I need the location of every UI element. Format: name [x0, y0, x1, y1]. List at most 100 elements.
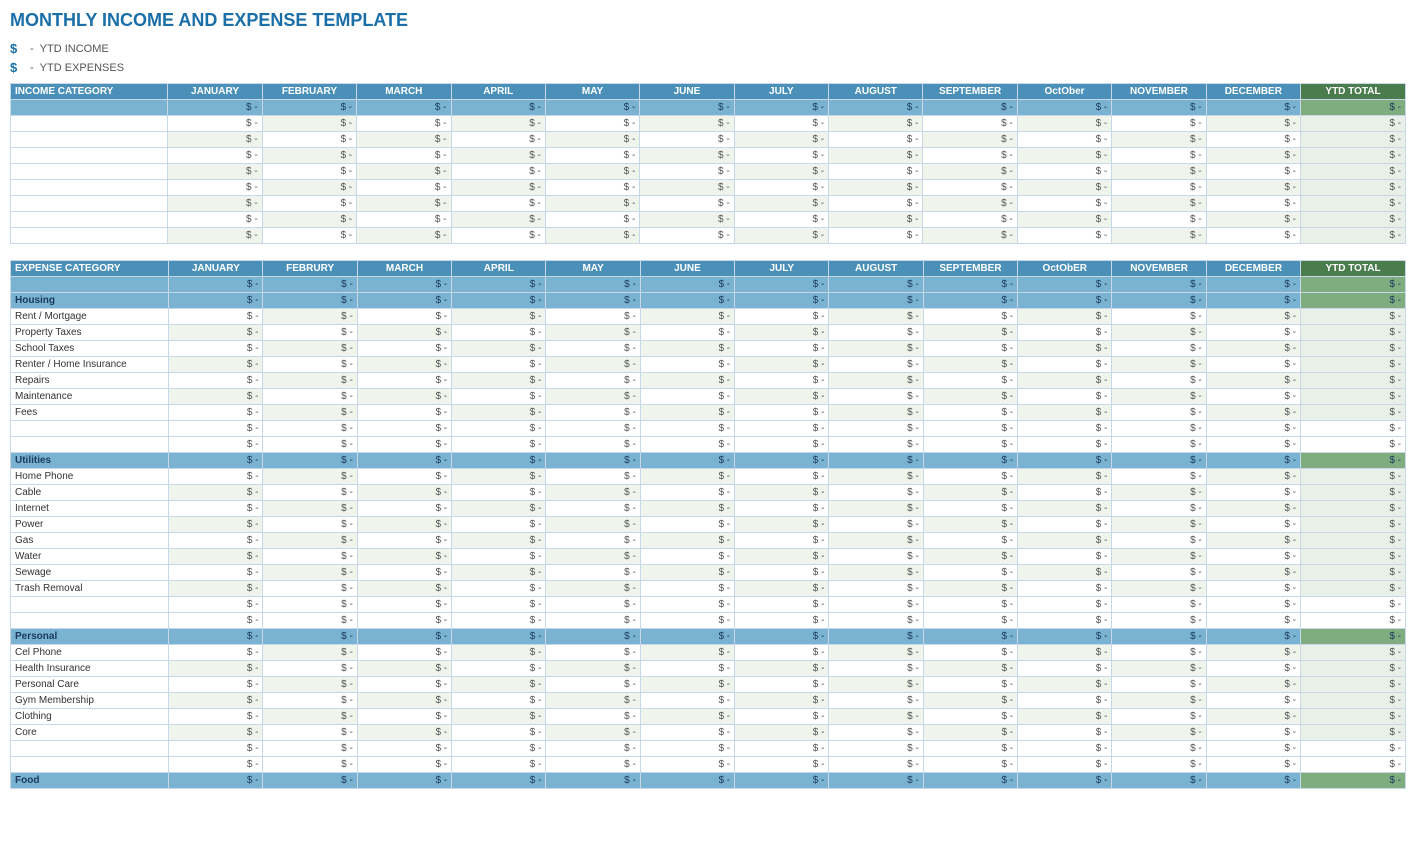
- income-dec-header: DECEMBER: [1206, 84, 1300, 100]
- utilities-empty-1: $ -$ -$ -$ -$ -$ -$ -$ -$ -$ -$ -$ - $ -: [11, 597, 1406, 613]
- exp-sep-header: SEPTEMBER: [923, 261, 1017, 277]
- cable-row: Cable $ -$ -$ -$ -$ -$ -$ -$ -$ -$ -$ -$…: [11, 485, 1406, 501]
- income-jun-header: JUNE: [640, 84, 734, 100]
- income-jul-header: JULY: [734, 84, 828, 100]
- income-ytd-header: YTD TOTAL: [1301, 84, 1406, 100]
- income-sep-header: SEPTEMBER: [923, 84, 1017, 100]
- income-jan-header: JANUARY: [168, 84, 262, 100]
- income-row-6: $ -$ -$ -$ -$ -$ -$ -$ -$ -$ -$ -$ - $ -: [11, 196, 1406, 212]
- income-category-header: INCOME CATEGORY: [11, 84, 168, 100]
- income-feb-header: FEBRUARY: [262, 84, 356, 100]
- income-header-row: INCOME CATEGORY JANUARY FEBRUARY MARCH A…: [11, 84, 1406, 100]
- income-table: INCOME CATEGORY JANUARY FEBRUARY MARCH A…: [10, 83, 1406, 244]
- ytd-summary: $ - YTD INCOME $ - YTD EXPENSES: [10, 41, 1406, 75]
- income-sub-cat: [11, 100, 168, 116]
- income-sub-jan: $ -: [168, 100, 262, 116]
- income-sub-ytd: $ -: [1301, 100, 1406, 116]
- income-sub-feb: $ -: [262, 100, 356, 116]
- rent-row: Rent / Mortgage $ -$ -$ -$ -$ -$ -$ -$ -…: [11, 309, 1406, 325]
- food-header: Food $ -$ -$ -$ -$ -$ -$ -$ -$ -$ -$ -$ …: [11, 773, 1406, 789]
- income-row-3: $ -$ -$ -$ -$ -$ -$ -$ -$ -$ -$ -$ - $ -: [11, 148, 1406, 164]
- utilities-header: Utilities $ -$ -$ -$ -$ -$ -$ -$ -$ -$ -…: [11, 453, 1406, 469]
- expense-dollar: $: [10, 60, 24, 75]
- income-sub-sep: $ -: [923, 100, 1017, 116]
- income-row-8: $ -$ -$ -$ -$ -$ -$ -$ -$ -$ -$ -$ - $ -: [11, 228, 1406, 244]
- exp-dec-header: DECEMBER: [1206, 261, 1300, 277]
- income-apr-header: APRIL: [451, 84, 545, 100]
- income-sub-jun: $ -: [640, 100, 734, 116]
- power-row: Power $ -$ -$ -$ -$ -$ -$ -$ -$ -$ -$ -$…: [11, 517, 1406, 533]
- income-sub-jul: $ -: [734, 100, 828, 116]
- expense-label: YTD EXPENSES: [40, 62, 124, 74]
- repairs-row: Repairs $ -$ -$ -$ -$ -$ -$ -$ -$ -$ -$ …: [11, 373, 1406, 389]
- home-phone-row: Home Phone $ -$ -$ -$ -$ -$ -$ -$ -$ -$ …: [11, 469, 1406, 485]
- income-row-4: $ -$ -$ -$ -$ -$ -$ -$ -$ -$ -$ -$ - $ -: [11, 164, 1406, 180]
- maintenance-row: Maintenance $ -$ -$ -$ -$ -$ -$ -$ -$ -$…: [11, 389, 1406, 405]
- cell-phone-row: Cel Phone $ -$ -$ -$ -$ -$ -$ -$ -$ -$ -…: [11, 645, 1406, 661]
- income-sub-aug: $ -: [829, 100, 923, 116]
- personal-header: Personal $ -$ -$ -$ -$ -$ -$ -$ -$ -$ -$…: [11, 629, 1406, 645]
- income-dollar: $: [10, 41, 24, 56]
- exp-apr-header: APRIL: [452, 261, 546, 277]
- exp-sub-cat: [11, 277, 169, 293]
- exp-aug-header: AUGUST: [829, 261, 923, 277]
- income-section: INCOME CATEGORY JANUARY FEBRUARY MARCH A…: [10, 83, 1406, 244]
- expense-section: EXPENSE CATEGORY JANUARY FEBRURY MARCH A…: [10, 260, 1406, 789]
- income-row-2: $ -$ -$ -$ -$ -$ -$ -$ -$ -$ -$ -$ - $ -: [11, 132, 1406, 148]
- clothing-row: Clothing $ -$ -$ -$ -$ -$ -$ -$ -$ -$ -$…: [11, 709, 1406, 725]
- exp-feb-header: FEBRURY: [263, 261, 357, 277]
- personal-empty-1: $ -$ -$ -$ -$ -$ -$ -$ -$ -$ -$ -$ - $ -: [11, 741, 1406, 757]
- personal-care-row: Personal Care $ -$ -$ -$ -$ -$ -$ -$ -$ …: [11, 677, 1406, 693]
- personal-label-row: Core $ -$ -$ -$ -$ -$ -$ -$ -$ -$ -$ -$ …: [11, 725, 1406, 741]
- exp-nov-header: NOVEMBER: [1112, 261, 1206, 277]
- income-oct-header: OctOber: [1017, 84, 1111, 100]
- water-row: Water $ -$ -$ -$ -$ -$ -$ -$ -$ -$ -$ -$…: [11, 549, 1406, 565]
- income-sub-apr: $ -: [451, 100, 545, 116]
- income-row-5: $ -$ -$ -$ -$ -$ -$ -$ -$ -$ -$ -$ - $ -: [11, 180, 1406, 196]
- exp-jan-header: JANUARY: [169, 261, 263, 277]
- school-taxes-row: School Taxes $ -$ -$ -$ -$ -$ -$ -$ -$ -…: [11, 341, 1406, 357]
- housing-empty-1: $ -$ -$ -$ -$ -$ -$ -$ -$ -$ -$ -$ - $ -: [11, 421, 1406, 437]
- home-insurance-row: Renter / Home Insurance $ -$ -$ -$ -$ -$…: [11, 357, 1406, 373]
- housing-header: Housing $ -$ -$ -$ -$ -$ -$ -$ -$ -$ -$ …: [11, 293, 1406, 309]
- income-sub-may: $ -: [545, 100, 639, 116]
- internet-row: Internet $ -$ -$ -$ -$ -$ -$ -$ -$ -$ -$…: [11, 501, 1406, 517]
- gas-row: Gas $ -$ -$ -$ -$ -$ -$ -$ -$ -$ -$ -$ -…: [11, 533, 1406, 549]
- income-sub-oct: $ -: [1017, 100, 1111, 116]
- expense-table: EXPENSE CATEGORY JANUARY FEBRURY MARCH A…: [10, 260, 1406, 789]
- income-sub-nov: $ -: [1112, 100, 1206, 116]
- income-dash: -: [30, 43, 34, 55]
- exp-mar-header: MARCH: [357, 261, 451, 277]
- income-row-1: $ -$ -$ -$ -$ -$ -$ -$ -$ -$ -$ -$ - $ -: [11, 116, 1406, 132]
- utilities-empty-2: $ -$ -$ -$ -$ -$ -$ -$ -$ -$ -$ -$ - $ -: [11, 613, 1406, 629]
- income-sub-dec: $ -: [1206, 100, 1300, 116]
- ytd-income-row: $ - YTD INCOME: [10, 41, 1406, 56]
- income-sub-mar: $ -: [357, 100, 451, 116]
- property-taxes-row: Property Taxes $ -$ -$ -$ -$ -$ -$ -$ -$…: [11, 325, 1406, 341]
- income-row-7: $ -$ -$ -$ -$ -$ -$ -$ -$ -$ -$ -$ - $ -: [11, 212, 1406, 228]
- sewage-row: Sewage $ -$ -$ -$ -$ -$ -$ -$ -$ -$ -$ -…: [11, 565, 1406, 581]
- exp-jun-header: JUNE: [640, 261, 734, 277]
- exp-oct-header: OctObER: [1018, 261, 1112, 277]
- ytd-expense-row: $ - YTD EXPENSES: [10, 60, 1406, 75]
- income-may-header: MAY: [545, 84, 639, 100]
- exp-may-header: MAY: [546, 261, 640, 277]
- income-aug-header: AUGUST: [829, 84, 923, 100]
- fees-row: Fees $ -$ -$ -$ -$ -$ -$ -$ -$ -$ -$ -$ …: [11, 405, 1406, 421]
- gym-row: Gym Membership $ -$ -$ -$ -$ -$ -$ -$ -$…: [11, 693, 1406, 709]
- income-nov-header: NOVEMBER: [1112, 84, 1206, 100]
- income-mar-header: MARCH: [357, 84, 451, 100]
- exp-ytd-header: YTD TOTAL: [1301, 261, 1406, 277]
- income-subheader-row: $ - $ - $ - $ - $ - $ - $ - $ - $ - $ - …: [11, 100, 1406, 116]
- housing-empty-2: $ -$ -$ -$ -$ -$ -$ -$ -$ -$ -$ -$ - $ -: [11, 437, 1406, 453]
- exp-jul-header: JULY: [735, 261, 829, 277]
- expense-header-row: EXPENSE CATEGORY JANUARY FEBRURY MARCH A…: [11, 261, 1406, 277]
- health-insurance-row: Health Insurance $ -$ -$ -$ -$ -$ -$ -$ …: [11, 661, 1406, 677]
- trash-row: Trash Removal $ -$ -$ -$ -$ -$ -$ -$ -$ …: [11, 581, 1406, 597]
- personal-empty-2: $ -$ -$ -$ -$ -$ -$ -$ -$ -$ -$ -$ - $ -: [11, 757, 1406, 773]
- page-title: MONTHLY INCOME AND EXPENSE TEMPLATE: [10, 10, 1406, 31]
- expense-dash: -: [30, 62, 34, 74]
- expense-category-header: EXPENSE CATEGORY: [11, 261, 169, 277]
- income-label: YTD INCOME: [40, 43, 109, 55]
- expense-subheader-row: $ -$ -$ -$ -$ -$ -$ -$ -$ -$ -$ -$ - $ -: [11, 277, 1406, 293]
